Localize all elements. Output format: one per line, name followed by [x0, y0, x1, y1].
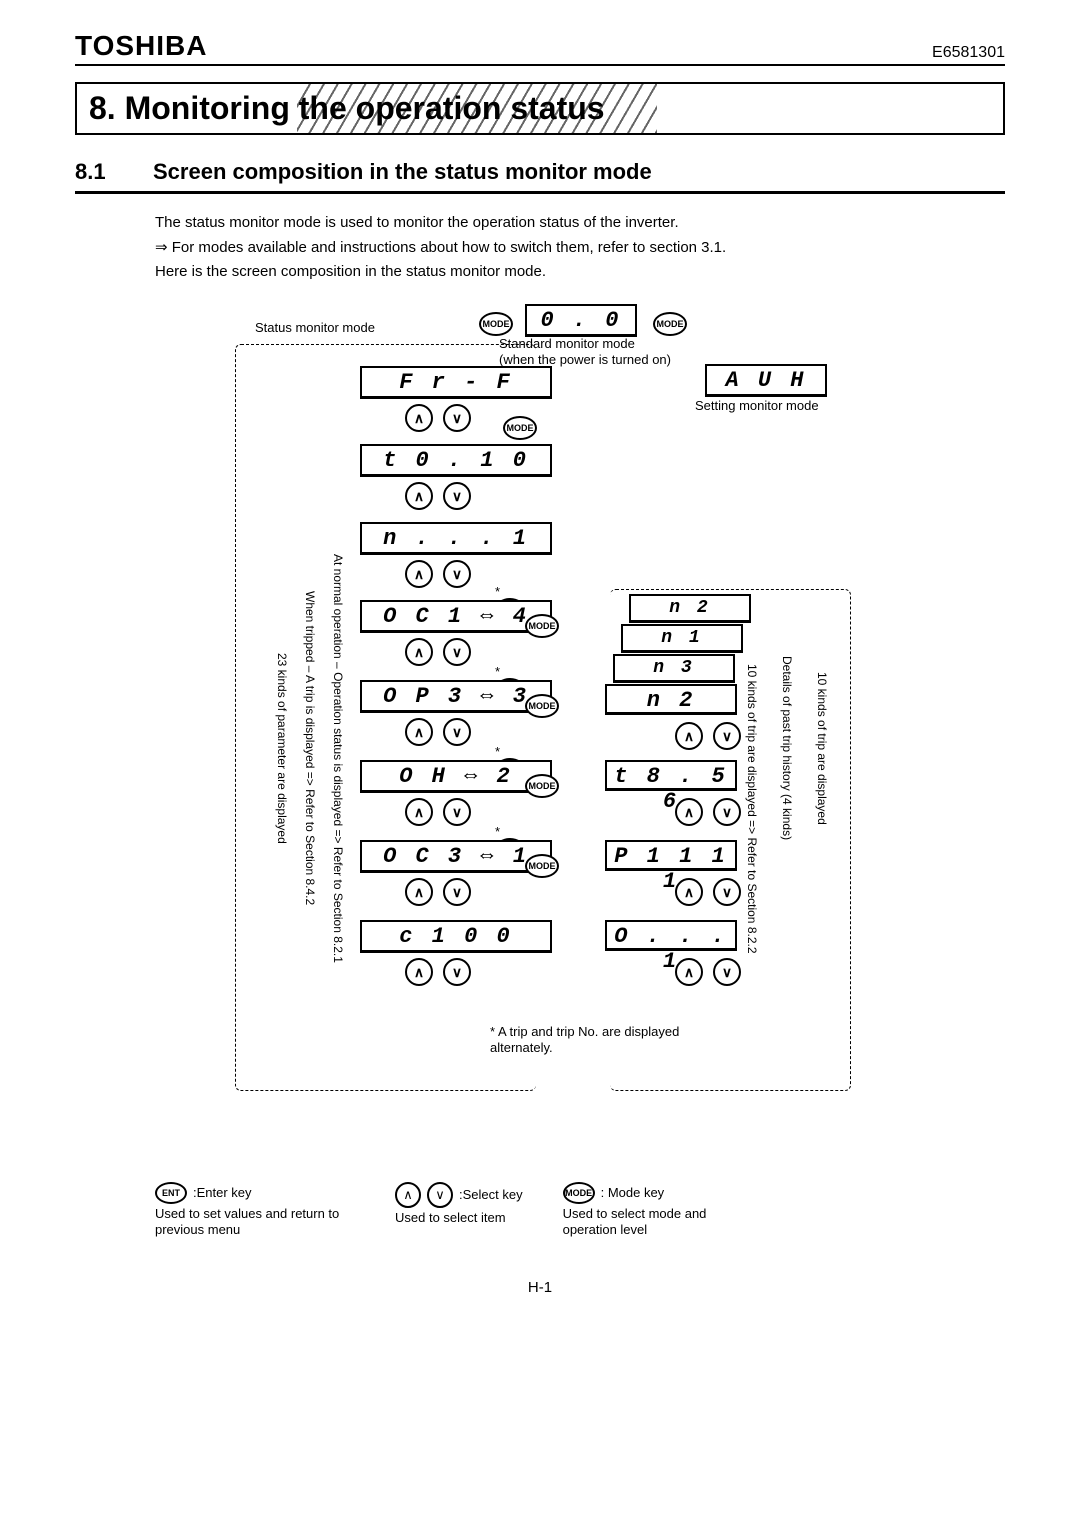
body-text: The status monitor mode is used to monit… [155, 212, 1005, 284]
vtext-10kinds-outer: 10 kinds of trip are displayed [815, 624, 829, 874]
ent-button-icon: ENT [155, 1182, 187, 1204]
up-button-icon: ∧ [405, 404, 433, 432]
display-n-stack1: n 1 [621, 624, 743, 653]
display-standard-monitor: 0 . 0 [525, 304, 637, 337]
vtext-normalop: At normal operation – Operation status i… [331, 514, 345, 1004]
up-button-icon: ∧ [405, 878, 433, 906]
mode-button-icon: MODE [525, 614, 559, 638]
body-line-2: ⇒ For modes available and instructions a… [155, 237, 1005, 260]
up-button-icon: ∧ [405, 958, 433, 986]
label-status-monitor: Status monitor mode [255, 320, 375, 335]
legend-ent-desc: Used to set values and return to previou… [155, 1206, 355, 1240]
down-button-icon: ∨ [443, 638, 471, 666]
up-button-icon: ∧ [405, 560, 433, 588]
down-button-icon: ∨ [713, 798, 741, 826]
chapter-heading-box: 8. Monitoring the operation status [75, 82, 1005, 135]
display-c100: c 1 0 0 [360, 920, 552, 953]
section-number: 8.1 [75, 159, 125, 185]
up-button-icon: ∧ [405, 482, 433, 510]
down-button-icon: ∨ [713, 958, 741, 986]
star-note: * [495, 584, 500, 599]
body-line-1: The status monitor mode is used to monit… [155, 212, 1005, 235]
display-p1111: P 1 1 1 1 [605, 840, 737, 871]
star-note: * [495, 824, 500, 839]
mode-button-icon: MODE [503, 416, 537, 440]
document-number: E6581301 [932, 44, 1005, 62]
legend-select: ∧ ∨ :Select key Used to select item [395, 1182, 523, 1240]
up-button-icon: ∧ [675, 722, 703, 750]
display-fr-f: F r - F [360, 366, 552, 399]
legend-mode-desc: Used to select mode and operation level [563, 1206, 763, 1240]
legend-select-name: :Select key [459, 1187, 523, 1202]
down-button-icon: ∨ [443, 560, 471, 588]
section-underline [75, 191, 1005, 194]
up-button-icon: ∧ [405, 638, 433, 666]
display-t856: t 8 . 5 6 [605, 760, 737, 791]
vtext-past-trip: Details of past trip history (4 kinds) [780, 604, 794, 894]
legend-select-desc: Used to select item [395, 1210, 523, 1227]
vtext-whentripped: When tripped – A trip is displayed => Re… [303, 514, 317, 984]
section-title: Screen composition in the status monitor… [153, 159, 652, 185]
display-op33: O P 3 ⇔ 3 [360, 680, 552, 713]
up-button-icon: ∧ [675, 878, 703, 906]
display-o1: O . . . 1 [605, 920, 737, 951]
mode-button-icon: MODE [563, 1182, 595, 1204]
label-setting-monitor: Setting monitor mode [695, 398, 819, 413]
vtext-10kinds-inner: 10 kinds of trip are displayed => Refer … [745, 614, 759, 1004]
display-t010: t 0 . 1 0 [360, 444, 552, 477]
display-oc31: O C 3 ⇔ 1 [360, 840, 552, 873]
down-button-icon: ∨ [443, 958, 471, 986]
mode-button-icon: MODE [525, 694, 559, 718]
up-button-icon: ∧ [675, 798, 703, 826]
up-button-icon: ∧ [405, 798, 433, 826]
display-oh2: O H ⇔ 2 [360, 760, 552, 793]
display-setting-monitor: A U H [705, 364, 827, 397]
page-number: H-1 [75, 1279, 1005, 1296]
down-button-icon: ∨ [443, 878, 471, 906]
display-oc14: O C 1 ⇔ 4 [360, 600, 552, 633]
down-button-icon: ∨ [713, 722, 741, 750]
down-button-icon: ∨ [443, 798, 471, 826]
legend-mode-name: : Mode key [601, 1185, 665, 1200]
down-button-icon: ∨ [443, 482, 471, 510]
legend-ent-name: :Enter key [193, 1185, 252, 1200]
up-button-icon: ∧ [405, 718, 433, 746]
mode-button-icon: MODE [525, 854, 559, 878]
mode-button-icon: MODE [653, 312, 687, 336]
mode-button-icon: MODE [479, 312, 513, 336]
star-note: * [495, 744, 500, 759]
chapter-number: 8. [89, 90, 116, 126]
down-button-icon: ∨ [427, 1182, 453, 1208]
down-button-icon: ∨ [443, 404, 471, 432]
brand-logo: TOSHIBA [75, 30, 208, 62]
legend-mode: MODE : Mode key Used to select mode and … [563, 1182, 763, 1240]
up-button-icon: ∧ [395, 1182, 421, 1208]
display-n-selected: n 2 [605, 684, 737, 715]
down-button-icon: ∨ [443, 718, 471, 746]
chapter-title: Monitoring the operation status [125, 90, 605, 126]
up-button-icon: ∧ [675, 958, 703, 986]
display-n1: n . . . 1 [360, 522, 552, 555]
legend: ENT :Enter key Used to set values and re… [155, 1182, 1005, 1240]
display-n-stack3: n 3 [613, 654, 735, 683]
star-note: * [495, 664, 500, 679]
legend-ent: ENT :Enter key Used to set values and re… [155, 1182, 355, 1240]
mode-button-icon: MODE [525, 774, 559, 798]
body-line-3: Here is the screen composition in the st… [155, 261, 1005, 284]
display-n-stack2: n 2 [629, 594, 751, 623]
vtext-23kinds: 23 kinds of parameter are displayed [275, 584, 289, 914]
label-alternate-note: * A trip and trip No. are displayed alte… [490, 1024, 710, 1058]
down-button-icon: ∨ [713, 878, 741, 906]
diagram: 0 . 0 MODE MODE Standard monitor mode (w… [155, 304, 855, 1174]
